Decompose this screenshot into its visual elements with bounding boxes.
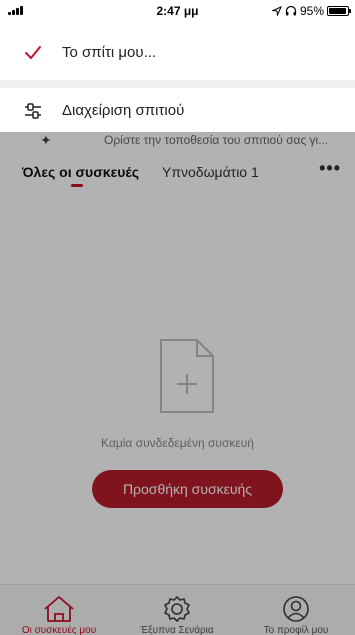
battery-icon — [327, 6, 351, 16]
status-right: 95% — [271, 4, 351, 18]
sliders-icon — [25, 103, 41, 119]
headphones-icon — [285, 6, 297, 16]
menu-item-my-home[interactable]: Το σπίτι μου... — [0, 30, 355, 75]
menu-item-label: Διαχείριση σπιτιού — [62, 102, 185, 119]
menu-divider — [0, 80, 355, 88]
battery-percent: 95% — [299, 4, 324, 18]
menu-item-manage-home[interactable]: Διαχείριση σπιτιού — [0, 88, 355, 133]
app-screen: 2:47 μμ 95% ✦ Ορίστε την τοποθεσία του σ… — [0, 0, 355, 635]
menu-item-label: Το σπίτι μου... — [62, 44, 157, 61]
status-bar: 2:47 μμ 95% — [0, 0, 355, 22]
location-arrow-icon — [271, 6, 282, 16]
checkmark-icon — [25, 46, 41, 59]
home-dropdown-menu: Το σπίτι μου... Διαχείριση σπιτιού — [0, 22, 355, 132]
